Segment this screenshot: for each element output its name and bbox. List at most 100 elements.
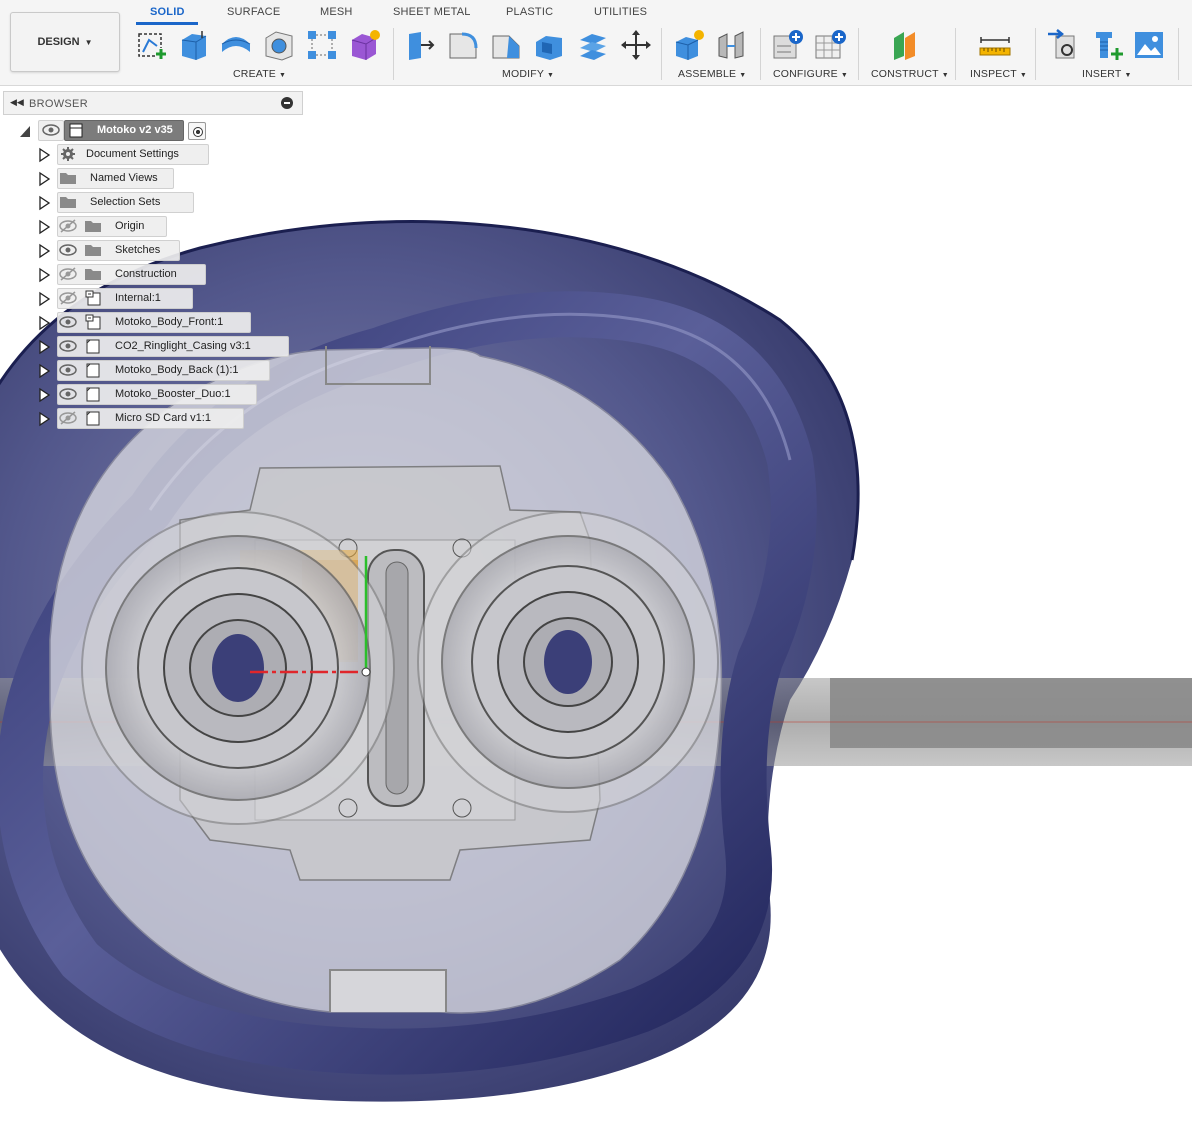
- browser-item-label[interactable]: Micro SD Card v1:1: [115, 412, 211, 424]
- extrude-icon[interactable]: [177, 28, 211, 62]
- tab-utilities[interactable]: UTILITIES: [594, 6, 647, 18]
- browser-item-label[interactable]: Motoko_Body_Back (1):1: [115, 364, 239, 376]
- browser-item-micro-sd-card-v1-1[interactable]: Micro SD Card v1:1: [0, 408, 300, 429]
- browser-item-named-views[interactable]: Named Views: [0, 168, 300, 189]
- tab-solid[interactable]: SOLID: [150, 6, 185, 18]
- browser-item-co2-ringlight-casing-v3-1[interactable]: CO2_Ringlight_Casing v3:1: [0, 336, 300, 357]
- tree-expand-icon[interactable]: [37, 194, 51, 212]
- eye-icon[interactable]: [58, 386, 78, 402]
- activate-component-radio[interactable]: [188, 122, 206, 140]
- revolve-icon[interactable]: [219, 28, 253, 62]
- modify-menu[interactable]: MODIFY ▼: [502, 68, 554, 80]
- tree-expand-icon[interactable]: [37, 266, 51, 284]
- browser-item-motoko-body-front-1[interactable]: Motoko_Body_Front:1: [0, 312, 300, 333]
- collapse-panel-icon[interactable]: ◀◀: [10, 97, 24, 108]
- fillet-icon[interactable]: [446, 28, 480, 62]
- tree-expand-icon[interactable]: [37, 218, 51, 236]
- inspect-menu[interactable]: INSPECT ▼: [970, 68, 1027, 80]
- move-icon[interactable]: [619, 28, 653, 62]
- browser-item-origin[interactable]: Origin: [0, 216, 300, 237]
- press-pull-icon[interactable]: [403, 28, 437, 62]
- right-sensor-ring: [417, 511, 719, 813]
- joint-icon[interactable]: [715, 28, 749, 62]
- browser-item-document-settings[interactable]: Document Settings: [0, 144, 300, 165]
- assemble-menu[interactable]: ASSEMBLE ▼: [678, 68, 746, 80]
- insert-menu[interactable]: INSERT ▼: [1082, 68, 1132, 80]
- browser-item-label[interactable]: Named Views: [90, 172, 158, 184]
- offset-plane-icon[interactable]: [889, 28, 923, 62]
- browser-item-label[interactable]: CO2_Ringlight_Casing v3:1: [115, 340, 251, 352]
- tab-surface[interactable]: SURFACE: [227, 6, 280, 18]
- eye-icon[interactable]: [58, 314, 78, 330]
- chevron-down-icon: ▼: [1019, 72, 1028, 79]
- create-sketch-icon[interactable]: [135, 28, 169, 62]
- toolbar-divider: [955, 28, 956, 80]
- tree-expand-icon[interactable]: [37, 338, 51, 356]
- browser-item-label[interactable]: Motoko_Body_Front:1: [115, 316, 223, 328]
- minimize-icon[interactable]: [281, 97, 293, 109]
- eye-hidden-icon[interactable]: [58, 218, 78, 234]
- eye-icon[interactable]: [41, 122, 61, 138]
- browser-item-selection-sets[interactable]: Selection Sets: [0, 192, 300, 213]
- chevron-down-icon: ▼: [1124, 72, 1132, 79]
- sketch-origin-point: [361, 667, 371, 677]
- browser-item-label[interactable]: Selection Sets: [90, 196, 160, 208]
- folder-icon: [83, 217, 103, 235]
- browser-item-internal-1[interactable]: Internal:1: [0, 288, 300, 309]
- eye-hidden-icon[interactable]: [58, 410, 78, 426]
- shell-icon[interactable]: [532, 28, 566, 62]
- browser-item-label[interactable]: Sketches: [115, 244, 160, 256]
- tree-expand-icon[interactable]: [37, 290, 51, 308]
- rectangular-pattern-icon[interactable]: [305, 28, 339, 62]
- browser-item-motoko-booster-duo-1[interactable]: Motoko_Booster_Duo:1: [0, 384, 300, 405]
- browser-root-row[interactable]: Motoko v2 v35: [0, 120, 260, 141]
- tab-mesh[interactable]: MESH: [320, 6, 353, 18]
- browser-item-label[interactable]: Origin: [115, 220, 144, 232]
- eye-icon[interactable]: [58, 338, 78, 354]
- configure-menu[interactable]: CONFIGURE ▼: [773, 68, 848, 80]
- toolbar-divider: [760, 28, 761, 80]
- browser-item-label[interactable]: Internal:1: [115, 292, 161, 304]
- browser-item-label[interactable]: Motoko_Booster_Duo:1: [115, 388, 231, 400]
- browser-item-label[interactable]: Document Settings: [86, 148, 179, 160]
- insert-mcmaster-icon[interactable]: [1090, 28, 1124, 62]
- chamfer-icon[interactable]: [489, 28, 523, 62]
- folder-icon: [83, 241, 103, 259]
- configure-icon[interactable]: [771, 28, 805, 62]
- browser-item-label[interactable]: Construction: [115, 268, 177, 280]
- hole-icon[interactable]: [262, 28, 296, 62]
- eye-hidden-icon[interactable]: [58, 266, 78, 282]
- tree-expand-icon[interactable]: [37, 314, 51, 332]
- linked-component-icon: [83, 289, 103, 307]
- create-form-icon[interactable]: [348, 28, 382, 62]
- eye-icon[interactable]: [58, 362, 78, 378]
- workspace-switcher-button[interactable]: DESIGN ▼: [10, 12, 120, 72]
- browser-item-motoko-body-back-1-1[interactable]: Motoko_Body_Back (1):1: [0, 360, 300, 381]
- browser-root-label[interactable]: Motoko v2 v35: [97, 124, 173, 136]
- browser-item-sketches[interactable]: Sketches: [0, 240, 300, 261]
- measure-icon[interactable]: [978, 28, 1012, 62]
- create-menu[interactable]: CREATE ▼: [233, 68, 286, 80]
- insert-derive-icon[interactable]: [1046, 28, 1080, 62]
- configure-table-icon[interactable]: [813, 28, 847, 62]
- tree-expand-icon[interactable]: [37, 170, 51, 188]
- new-component-icon[interactable]: [672, 28, 706, 62]
- left-sensor-ring: [81, 511, 395, 825]
- eye-hidden-icon[interactable]: [58, 290, 78, 306]
- tree-expand-icon[interactable]: [37, 242, 51, 260]
- insert-canvas-icon[interactable]: [1132, 28, 1166, 62]
- browser-item-construction[interactable]: Construction: [0, 264, 300, 285]
- tab-sheet-metal[interactable]: SHEET METAL: [393, 6, 471, 18]
- tree-expand-icon[interactable]: [37, 362, 51, 380]
- tree-expand-icon[interactable]: [37, 386, 51, 404]
- tab-plastic[interactable]: PLASTIC: [506, 6, 553, 18]
- tree-expand-icon[interactable]: [37, 410, 51, 428]
- construct-menu[interactable]: CONSTRUCT ▼: [871, 68, 949, 80]
- eye-icon[interactable]: [58, 242, 78, 258]
- folder-icon: [58, 169, 78, 187]
- tree-collapse-icon[interactable]: [18, 122, 32, 140]
- assemble-menu-label: ASSEMBLE: [678, 68, 737, 80]
- scale-icon[interactable]: [576, 28, 610, 62]
- workspace-switcher-label: DESIGN: [37, 36, 80, 48]
- tree-expand-icon[interactable]: [37, 146, 51, 164]
